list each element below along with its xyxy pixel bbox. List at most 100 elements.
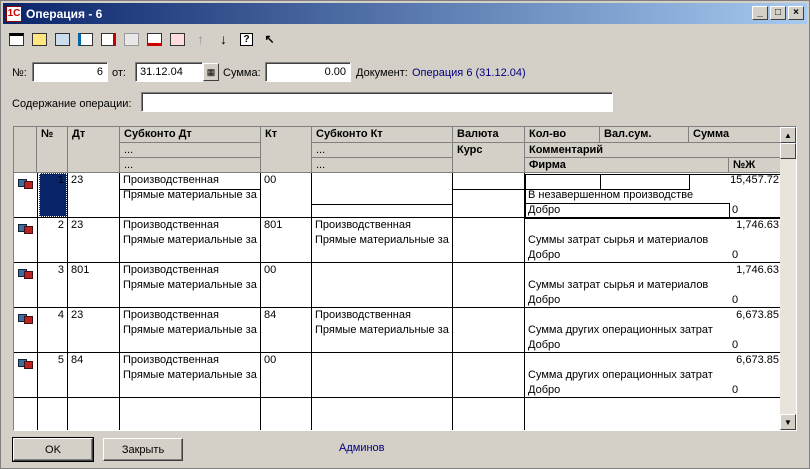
row-dt[interactable]: 801 xyxy=(68,263,119,278)
insert-row-icon[interactable] xyxy=(166,28,189,50)
row-comment[interactable]: Сумма других операционных затрат xyxy=(525,368,780,383)
minimize-button[interactable]: _ xyxy=(752,6,768,20)
row-summa[interactable]: 6,673.85 xyxy=(525,353,782,368)
row-kt[interactable]: 801 xyxy=(261,218,311,233)
scroll-up-icon[interactable]: ▲ xyxy=(780,127,796,143)
header-nzh[interactable]: №Ж xyxy=(729,158,782,173)
row-nzh[interactable]: 0 xyxy=(729,248,779,263)
header-firma[interactable]: Фирма xyxy=(525,158,729,173)
row-subkonto-kt-2[interactable]: Прямые материальные за xyxy=(312,323,452,338)
header-kt[interactable]: Кт xyxy=(261,127,312,173)
row-dt[interactable]: 23 xyxy=(68,173,119,188)
row-subkonto-dt-1[interactable]: Производственная xyxy=(120,353,260,368)
header-valuta[interactable]: Валюта xyxy=(453,127,525,143)
header-subkonto-dt[interactable]: Субконто Дт xyxy=(120,127,261,143)
header-subkonto-kt[interactable]: Субконто Кт xyxy=(312,127,453,143)
row-subkonto-kt-1[interactable] xyxy=(312,353,452,355)
vertical-scrollbar[interactable]: ▲ ▼ xyxy=(780,127,796,430)
row-active-line xyxy=(600,174,690,190)
ok-button[interactable]: OK xyxy=(12,437,94,462)
row-subkonto-kt-1[interactable]: Производственная xyxy=(312,218,452,233)
number-label: №: xyxy=(12,67,27,79)
row-type-icon[interactable] xyxy=(18,313,33,324)
row-dt[interactable]: 23 xyxy=(68,308,119,323)
move-down-icon[interactable]: ↓ xyxy=(212,28,235,50)
row-nzh[interactable]: 0 xyxy=(729,338,779,353)
row-subkonto-dt-2[interactable]: Прямые материальные за xyxy=(120,323,260,338)
pointer-help-icon[interactable]: ↖ xyxy=(258,28,281,50)
row-firma[interactable]: Добро xyxy=(525,383,725,398)
row-subkonto-kt-2[interactable] xyxy=(312,368,452,370)
row-subkonto-kt-2[interactable] xyxy=(312,278,452,280)
row-subkonto-kt-1[interactable] xyxy=(312,263,452,265)
row-subkonto-dt-2[interactable]: Прямые материальные за xyxy=(120,188,260,203)
row-type-icon[interactable] xyxy=(18,268,33,279)
help-icon[interactable]: ? xyxy=(235,28,258,50)
row-summa[interactable]: 1,746.63 xyxy=(525,263,782,278)
row-nzh[interactable]: 0 xyxy=(729,383,779,398)
header-summa[interactable]: Сумма xyxy=(689,127,782,143)
content-field[interactable] xyxy=(141,92,613,112)
row-comment[interactable]: Суммы затрат сырья и материалов xyxy=(525,233,780,248)
row-firma[interactable]: Добро xyxy=(525,338,725,353)
header-dt[interactable]: Дт xyxy=(68,127,120,173)
row-num[interactable]: 5 xyxy=(37,353,67,368)
row-marker-header xyxy=(14,127,37,173)
close-form-button[interactable]: Закрыть xyxy=(103,438,183,461)
row-summa[interactable]: 6,673.85 xyxy=(525,308,782,323)
entries-table[interactable]: № Дт Субконто Дт ... ... Кт Субконто Кт … xyxy=(13,126,797,431)
row-summa[interactable]: 1,746.63 xyxy=(525,218,782,233)
row-subkonto-kt-1[interactable]: Производственная xyxy=(312,308,452,323)
sum-field[interactable]: 0.00 xyxy=(265,62,351,82)
row-subkonto-dt-2[interactable]: Прямые материальные за xyxy=(120,233,260,248)
scroll-down-icon[interactable]: ▼ xyxy=(780,414,796,430)
edit-row-icon[interactable] xyxy=(51,28,74,50)
row-dt[interactable]: 23 xyxy=(68,218,119,233)
operation-window: 1C Операция - 6 _ □ × ↑ ↓ ? ↖ №: 6 от: 3… xyxy=(0,0,810,469)
row-kt[interactable]: 00 xyxy=(261,353,311,368)
row-num[interactable]: 3 xyxy=(37,263,67,278)
row-subkonto-dt-2[interactable]: Прямые материальные за xyxy=(120,278,260,293)
header-kolvo[interactable]: Кол-во xyxy=(525,127,600,143)
row-subkonto-dt-2[interactable]: Прямые материальные за xyxy=(120,368,260,383)
row-nzh[interactable]: 0 xyxy=(729,293,779,308)
row-num[interactable]: 1 xyxy=(37,173,67,188)
header-kurs[interactable]: Курс xyxy=(453,143,525,173)
calendar-icon[interactable]: ▦ xyxy=(203,63,219,81)
row-dt[interactable]: 84 xyxy=(68,353,119,368)
row-subkonto-dt-1[interactable]: Производственная xyxy=(120,263,260,278)
row-firma[interactable]: Добро xyxy=(525,293,725,308)
row-comment[interactable]: Суммы затрат сырья и материалов xyxy=(525,278,780,293)
row-type-icon[interactable] xyxy=(18,178,33,189)
row-subkonto-dt-1[interactable]: Производственная xyxy=(120,308,260,323)
window-title: Операция - 6 xyxy=(26,6,103,21)
number-field[interactable]: 6 xyxy=(32,62,108,82)
delete-row-icon[interactable] xyxy=(97,28,120,50)
add-row-icon[interactable] xyxy=(74,28,97,50)
new-row-icon[interactable] xyxy=(5,28,28,50)
row-type-icon[interactable] xyxy=(18,223,33,234)
row-subkonto-kt-2[interactable]: Прямые материальные за xyxy=(312,233,452,248)
row-num[interactable]: 2 xyxy=(37,218,67,233)
row-firma[interactable]: Добро xyxy=(525,248,725,263)
row-comment[interactable]: Сумма других операционных затрат xyxy=(525,323,780,338)
date-label: от: xyxy=(112,67,126,79)
row-num[interactable]: 4 xyxy=(37,308,67,323)
header-comment[interactable]: Комментарий xyxy=(525,143,782,158)
date-field[interactable]: 31.12.04 xyxy=(135,62,203,82)
row-subkonto-dt-1[interactable]: Производственная xyxy=(120,218,260,233)
row-active-line xyxy=(453,174,525,190)
row-kt[interactable]: 00 xyxy=(261,263,311,278)
row-type-icon[interactable] xyxy=(18,358,33,369)
title-bar: 1C Операция - 6 _ □ × xyxy=(3,3,807,24)
document-link[interactable]: Операция 6 (31.12.04) xyxy=(412,67,526,79)
maximize-button[interactable]: □ xyxy=(770,6,786,20)
header-num[interactable]: № xyxy=(37,127,68,173)
cut-row-icon[interactable] xyxy=(143,28,166,50)
copy-row-icon[interactable] xyxy=(28,28,51,50)
scroll-thumb[interactable] xyxy=(780,143,796,159)
close-button[interactable]: × xyxy=(788,6,804,20)
row-kt[interactable]: 00 xyxy=(261,173,311,188)
header-valsum[interactable]: Вал.сум. xyxy=(600,127,689,143)
row-kt[interactable]: 84 xyxy=(261,308,311,323)
